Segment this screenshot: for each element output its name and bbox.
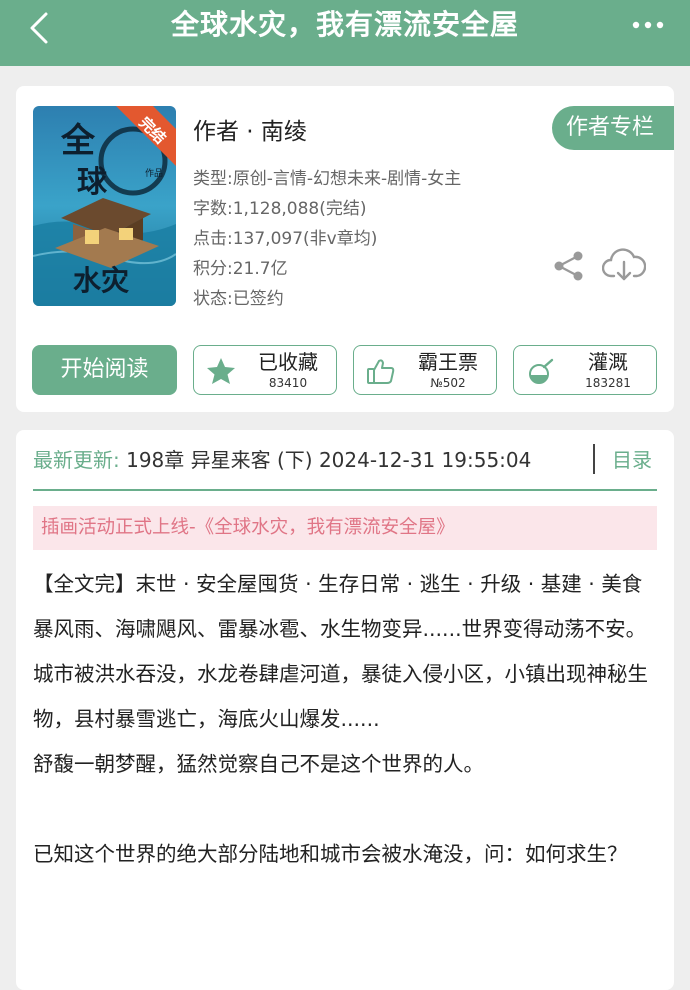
latest-update-label: 最新更新: [33,448,120,472]
divider [593,444,595,474]
vote-button[interactable]: 霸王票 №502 [353,345,497,395]
thumbs-up-icon [367,359,395,384]
app-header: 全球水灾，我有漂流安全屋 [0,0,690,66]
book-meta: 类型:原创-言情-幻想未来-剧情-女主 字数:1,128,088(完结) 点击:… [193,164,533,314]
book-info-card: 全 球 水灾 作品 完结 作者 · 南绫 作者专栏 类型:原创-言情-幻想未来-… [16,86,674,412]
svg-text:球: 球 [77,165,108,200]
star-icon [207,358,235,384]
collect-button[interactable]: 已收藏 83410 [193,345,337,395]
description-paragraph: 【全文完】末世 · 安全屋囤货 · 生存日常 · 逃生 · 升级 · 基建 · … [33,572,643,596]
meta-genre: 类型:原创-言情-幻想未来-剧情-女主 [193,169,462,189]
water-button[interactable]: 灌溉 183281 [513,345,657,395]
book-detail-card: 最新更新: 198章 异星来客 (下) 2024-12-31 19:55:04 … [16,430,674,990]
toc-link[interactable]: 目录 [612,446,652,474]
page-title: 全球水灾，我有漂流安全屋 [170,8,519,41]
watering-flask-icon [529,358,554,384]
start-reading-button[interactable]: 开始阅读 [32,345,177,395]
description-paragraph: 舒馥一朝梦醒，猛然觉察自己不是这个世界的人。 [33,752,484,776]
vote-count: №502 [430,376,466,390]
book-description: 【全文完】末世 · 安全屋囤货 · 生存日常 · 逃生 · 升级 · 基建 · … [33,562,661,877]
event-banner[interactable]: 插画活动正式上线-《全球水灾，我有漂流安全屋》 [33,506,657,550]
water-label: 灌溉 [588,350,628,374]
svg-text:作品: 作品 [145,167,163,179]
author-column-button[interactable]: 作者专栏 [552,106,674,150]
description-paragraph: 已知这个世界的绝大部分陆地和城市会被水淹没，问：如何求生？ [33,842,628,866]
book-cover[interactable]: 全 球 水灾 作品 完结 [33,106,176,306]
water-count: 183281 [585,376,631,390]
collect-count: 83410 [268,376,308,390]
meta-points: 积分:21.7亿 [193,259,288,279]
share-icon[interactable] [551,248,587,284]
book-cover-image: 全 球 水灾 作品 完结 [33,106,176,306]
back-arrow-icon[interactable] [22,8,62,48]
divider [33,489,657,491]
vote-label: 霸王票 [418,350,478,374]
author-name[interactable]: 作者 · 南绫 [193,112,307,146]
meta-status: 状态:已签约 [193,289,284,309]
more-dots-icon[interactable] [628,10,668,40]
description-paragraph: 暴风雨、海啸飓风、雷暴冰雹、水生物变异......世界变得动荡不安。城市被洪水吞… [33,617,648,731]
cloud-download-icon[interactable] [602,246,646,286]
collect-label: 已收藏 [258,350,318,374]
meta-word-count: 字数:1,128,088(完结) [193,199,367,219]
latest-update[interactable]: 最新更新: 198章 异星来客 (下) 2024-12-31 19:55:04 [33,446,531,474]
latest-update-text: 198章 异星来客 (下) 2024-12-31 19:55:04 [126,448,532,472]
meta-clicks: 点击:137,097(非v章均) [193,229,378,249]
svg-text:全: 全 [60,121,96,161]
svg-text:水灾: 水灾 [73,264,129,297]
